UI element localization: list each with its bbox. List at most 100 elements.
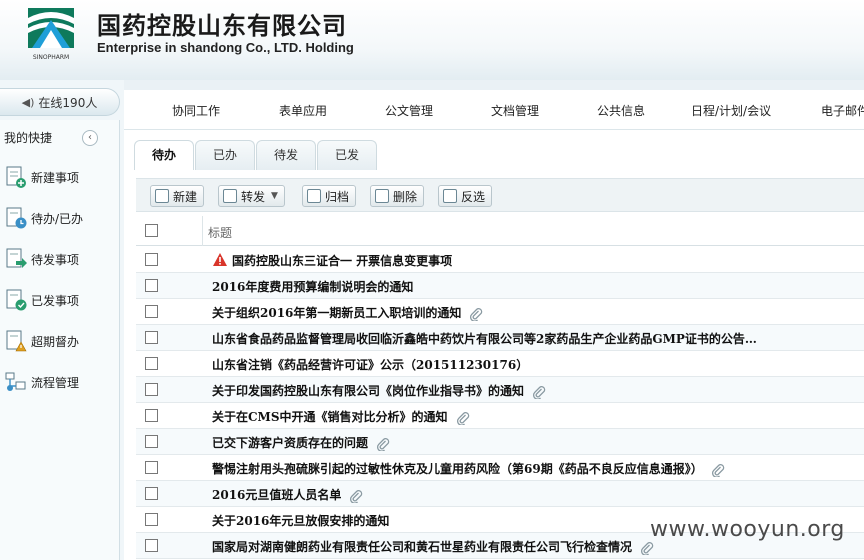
nav-schedule[interactable]: 日程/计划/会议 [691,102,771,119]
nav-official-docs[interactable]: 公文管理 [385,102,433,119]
nav-forms[interactable]: 表单应用 [279,102,327,119]
online-users-pill[interactable]: ◀) 在线190人 [0,88,120,116]
invert-select-icon [443,189,457,203]
row-checkbox[interactable] [145,409,158,422]
main-content: 待办 已办 待发 已发 新建 转发 ▼ 归档 删除 反选 标题 国药控股山东三证… [124,130,864,560]
company-name-en: Enterprise in shandong Co., LTD. Holding [97,40,354,55]
paperclip-icon [532,385,546,399]
row-title-link[interactable]: 山东省食品药品监督管理局收回临沂鑫皓中药饮片有限公司等2家药品生产企业药品GMP… [212,330,757,347]
tab-done[interactable]: 已办 [195,140,255,170]
row-title-link[interactable]: 关于组织2016年第一期新员工入职培训的通知 [212,304,483,321]
nav-email[interactable]: 电子邮件 [821,102,864,119]
sidebar: ◀) 在线190人 我的快捷 ‹ 新建事项 待办/已办 待发事项 已发事项 超期… [0,80,124,560]
archive-button[interactable]: 归档 [302,185,357,207]
table-row[interactable]: 国药控股山东三证合一 开票信息变更事项 [136,247,864,273]
quick-item-flow[interactable]: 流程管理 [4,369,114,395]
speaker-icon: ◀) [21,95,35,109]
quick-panel: 我的快捷 ‹ 新建事项 待办/已办 待发事项 已发事项 超期督办 流程管理 [0,120,120,560]
delete-button-label: 删除 [393,189,418,204]
paperclip-icon [376,437,390,451]
row-checkbox[interactable] [145,383,158,396]
trash-icon [375,189,389,203]
forward-button[interactable]: 转发 ▼ [218,185,285,207]
chevron-down-icon: ▼ [271,191,278,201]
row-title-link[interactable]: 国药控股山东三证合一 开票信息变更事项 [232,252,452,269]
table-row[interactable]: 山东省注销《药品经营许可证》公示（201511230176） [136,351,864,377]
company-name-cn: 国药控股山东有限公司 [97,12,347,40]
row-checkbox[interactable] [145,357,158,370]
quick-title: 我的快捷 [4,131,53,145]
row-title-link[interactable]: 国家局对湖南健朗药业有限责任公司和黄石世星药业有限责任公司飞行检查情况 [212,538,654,555]
forward-button-label: 转发 [241,189,266,204]
archive-icon [307,189,321,203]
check-doc-icon [6,289,27,311]
row-checkbox[interactable] [145,331,158,344]
table-header: 标题 [136,216,864,246]
row-checkbox[interactable] [145,461,158,474]
header: SINOPHARM 国药控股山东有限公司 Enterprise in shand… [0,0,864,80]
quick-item-sent[interactable]: 已发事项 [4,287,114,313]
delete-button[interactable]: 删除 [370,185,425,207]
invert-select-button[interactable]: 反选 [438,185,493,207]
table-row[interactable]: 关于印发国药控股山东有限公司《岗位作业指导书》的通知 [136,377,864,403]
row-checkbox[interactable] [145,539,158,552]
table-row[interactable]: 关于在CMS中开通《销售对比分析》的通知 [136,403,864,429]
quick-item-todo-done[interactable]: 待办/已办 [4,205,114,231]
send-doc-icon [6,248,27,268]
row-checkbox[interactable] [145,487,158,500]
quick-item-new[interactable]: 新建事项 [4,164,114,190]
row-checkbox[interactable] [145,513,158,526]
invert-select-button-label: 反选 [461,189,486,204]
forward-icon [223,189,237,203]
tab-todo[interactable]: 待办 [134,140,194,170]
flow-icon [5,372,26,391]
row-title-link[interactable]: 山东省注销《药品经营许可证》公示（201511230176） [212,356,528,373]
table-row[interactable]: 警惕注射用头孢硫脒引起的过敏性休克及儿童用药风险（第69期《药品不良反应信息通报… [136,455,864,481]
select-all-checkbox[interactable] [145,224,158,237]
quick-item-label: 超期督办 [31,334,80,349]
collapse-chevron-icon[interactable]: ‹ [82,130,98,146]
quick-item-pending-send[interactable]: 待发事项 [4,246,114,272]
logo-text: SINOPHARM [33,54,69,61]
table-row[interactable]: 2016年度费用预算编制说明会的通知 [136,273,864,299]
warning-doc-icon [6,330,27,352]
toolbar: 新建 转发 ▼ 归档 删除 反选 [136,178,864,212]
paperclip-icon [640,541,654,555]
row-title-link[interactable]: 警惕注射用头孢硫脒引起的过敏性休克及儿童用药风险（第69期《药品不良反应信息通报… [212,460,725,477]
row-title-link[interactable]: 2016元旦值班人员名单 [212,486,363,503]
row-title-link[interactable]: 已交下游客户资质存在的问题 [212,434,390,451]
column-divider [202,216,203,246]
new-button-label: 新建 [173,189,198,204]
top-nav: 协同工作 表单应用 公文管理 文档管理 公共信息 日程/计划/会议 电子邮件 [124,90,864,130]
quick-item-label: 已发事项 [31,293,80,308]
row-checkbox[interactable] [145,279,158,292]
row-title-link[interactable]: 关于2016年元旦放假安排的通知 [212,512,389,529]
row-title-link[interactable]: 关于印发国药控股山东有限公司《岗位作业指导书》的通知 [212,382,546,399]
row-title-link[interactable]: 关于在CMS中开通《销售对比分析》的通知 [212,408,470,425]
new-doc-icon [155,189,169,203]
paperclip-icon [470,307,483,321]
quick-item-overdue[interactable]: 超期督办 [4,328,114,354]
table-row[interactable]: 已交下游客户资质存在的问题 [136,429,864,455]
column-header-title: 标题 [208,226,233,240]
row-title-link[interactable]: 2016年度费用预算编制说明会的通知 [212,278,413,295]
row-checkbox[interactable] [145,435,158,448]
quick-item-label: 待发事项 [31,252,80,267]
watermark: www.wooyun.org [650,517,845,542]
tab-pending-send[interactable]: 待发 [256,140,316,170]
row-checkbox[interactable] [145,253,158,266]
nav-public-info[interactable]: 公共信息 [597,102,645,119]
table-row[interactable]: 山东省食品药品监督管理局收回临沂鑫皓中药饮片有限公司等2家药品生产企业药品GMP… [136,325,864,351]
nav-documents[interactable]: 文档管理 [491,102,539,119]
row-checkbox[interactable] [145,305,158,318]
paperclip-icon [711,463,724,477]
clock-doc-icon [6,207,27,229]
new-item-icon [6,166,26,188]
nav-collaboration[interactable]: 协同工作 [172,102,220,119]
new-button[interactable]: 新建 [150,185,205,207]
table-row[interactable]: 关于组织2016年第一期新员工入职培训的通知 [136,299,864,325]
warning-icon [213,253,227,266]
quick-item-label: 流程管理 [31,375,80,390]
table-row[interactable]: 2016元旦值班人员名单 [136,481,864,507]
tab-sent[interactable]: 已发 [317,140,377,170]
